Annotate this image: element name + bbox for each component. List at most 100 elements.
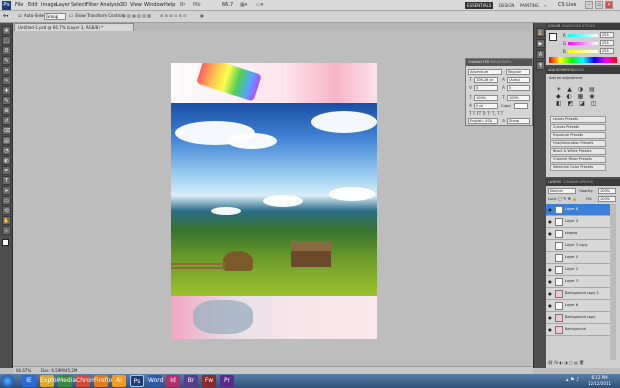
workspace-painting[interactable]: PAINTING: [518, 2, 541, 9]
taskbar-app[interactable]: Word: [148, 375, 163, 387]
tab-paths[interactable]: PATHS: [582, 180, 593, 184]
menu-file[interactable]: File: [15, 2, 23, 8]
move-icon[interactable]: ✥: [2, 26, 11, 35]
antialias-select[interactable]: Sharp: [507, 118, 530, 124]
distribute-icons[interactable]: ⊞ ⊟ ⊠ ⊡ ⊞ ⊟: [160, 13, 186, 18]
lock-icons[interactable]: ▢ ✎ ✥ 🔒: [558, 196, 577, 201]
blur-icon[interactable]: ◔: [2, 146, 11, 155]
layer-row[interactable]: Layer 3 copy: [546, 240, 610, 252]
taskbar-app[interactable]: Explorer: [40, 375, 65, 387]
taskbar-clock[interactable]: 6:12 PM 12/12/2011: [588, 375, 611, 387]
lasso-icon[interactable]: ʘ: [2, 46, 11, 55]
taskbar-app[interactable]: Ai: [112, 375, 126, 387]
visibility-eye-icon[interactable]: ●: [547, 291, 553, 297]
visibility-eye-icon[interactable]: ●: [547, 303, 553, 309]
font-family-select[interactable]: Adventure: [468, 69, 502, 75]
character-icon[interactable]: A: [536, 50, 545, 59]
layer-row[interactable]: ● Background: [546, 324, 610, 336]
layer-row[interactable]: ● Layer 4: [546, 216, 610, 228]
channel-value-b[interactable]: 255: [600, 48, 614, 54]
quick-select-icon[interactable]: ✎: [2, 56, 11, 65]
eyedropper-icon[interactable]: ✑: [2, 76, 11, 85]
history-brush-icon[interactable]: ↺: [2, 116, 11, 125]
healing-icon[interactable]: ✚: [2, 86, 11, 95]
canvas-area[interactable]: CHARACTER PARAGRAPH Adventure Regular T …: [13, 31, 533, 368]
language-select[interactable]: English: USA: [468, 118, 498, 124]
visibility-eye-icon[interactable]: ●: [547, 267, 553, 273]
visibility-eye-icon[interactable]: ●: [547, 327, 553, 333]
foreground-color-icon[interactable]: [2, 239, 9, 246]
menu-3d[interactable]: 3D: [120, 2, 127, 8]
menu-analysis[interactable]: Analysis: [100, 2, 121, 8]
layer-row[interactable]: ● Layer 2: [546, 264, 610, 276]
preset-hue-saturation[interactable]: Hue/Saturation Presets: [550, 140, 606, 147]
visibility-eye-icon[interactable]: ●: [547, 231, 553, 237]
document-tab[interactable]: Untitled-1.psd @ 66.7% (Layer 3, RGB/8) …: [14, 23, 134, 31]
taskbar-app[interactable]: Chrome: [76, 375, 100, 387]
status-zoom[interactable]: 66.67%: [16, 367, 31, 374]
layer-row[interactable]: ● Layer 3: [546, 276, 610, 288]
gradient-icon[interactable]: ▤: [2, 136, 11, 145]
3d-rotate-icon[interactable]: ⟲: [2, 206, 11, 215]
slider-r[interactable]: [568, 34, 598, 37]
tab-color[interactable]: COLOR: [548, 24, 560, 28]
brush-icon[interactable]: ✎: [2, 96, 11, 105]
menu-filter[interactable]: Filter: [86, 2, 98, 8]
preset-curves[interactable]: Curves Presets: [550, 124, 606, 131]
start-button[interactable]: [1, 375, 14, 387]
tab-paragraph[interactable]: PARAGRAPH: [490, 60, 511, 64]
workspace-essentials[interactable]: ESSENTIALS: [465, 2, 494, 9]
layer-row[interactable]: Layer 5: [546, 252, 610, 264]
mini-bridge-icon[interactable]: Mb: [193, 2, 201, 8]
color-spectrum-bar[interactable]: [549, 57, 617, 63]
arrange-documents-icon[interactable]: ▦▾: [240, 2, 247, 8]
visibility-eye-icon[interactable]: [547, 255, 553, 261]
slider-g[interactable]: [568, 42, 598, 45]
bridge-icon[interactable]: Br: [180, 2, 186, 8]
font-style-select[interactable]: Regular: [506, 69, 530, 75]
visibility-eye-icon[interactable]: ●: [547, 219, 553, 225]
tab-character[interactable]: CHARACTER: [468, 60, 489, 64]
align-icons[interactable]: ▤ ▥ ▦ ▧ ▨ ▩: [122, 13, 151, 18]
menu-layer[interactable]: Layer: [56, 2, 70, 8]
visibility-eye-icon[interactable]: ●: [547, 315, 553, 321]
preset-selective-color[interactable]: Selective Color Presets: [550, 164, 606, 171]
close-button[interactable]: ×: [605, 1, 613, 9]
slider-b[interactable]: [568, 50, 598, 53]
taskbar-app[interactable]: Ps: [130, 375, 144, 387]
text-style-buttons[interactable]: T T TT Tr T' T, T T: [469, 111, 503, 116]
hand-icon[interactable]: ✋: [2, 216, 11, 225]
menu-view[interactable]: View: [130, 2, 142, 8]
taskbar-app[interactable]: Fw: [202, 375, 216, 387]
adjustment-icons[interactable]: ☀ ▲ ◑ ▤ ◆ ◐ ▦ ◉ ◧ ◩ ◪ ◫: [556, 86, 608, 107]
layer-row[interactable]: ● Background copy 2: [546, 288, 610, 300]
visibility-eye-icon[interactable]: [547, 243, 553, 249]
baseline-shift-field[interactable]: 0 pt: [474, 103, 498, 109]
tab-layers[interactable]: LAYERS: [548, 180, 561, 184]
zoom-level[interactable]: 66.7: [222, 2, 233, 8]
foreground-swatch[interactable]: [549, 33, 557, 41]
tab-swatches[interactable]: SWATCHES: [562, 24, 581, 28]
shape-icon[interactable]: ▭: [2, 196, 11, 205]
move-tool-icon[interactable]: ✥▾: [3, 13, 8, 18]
menu-select[interactable]: Select: [71, 2, 86, 8]
taskbar-app[interactable]: IE: [22, 375, 36, 387]
layer-row[interactable]: ● Layer 6: [546, 300, 610, 312]
type-icon[interactable]: T: [2, 176, 11, 185]
font-size-field[interactable]: 106.26 pt: [474, 77, 498, 83]
maximize-button[interactable]: ▫: [595, 1, 603, 9]
auto-select-dropdown[interactable]: Group: [44, 13, 66, 20]
preset-exposure[interactable]: Exposure Presets: [550, 132, 606, 139]
taskbar-app[interactable]: Id: [166, 375, 180, 387]
layer-row[interactable]: ● Layer 8: [546, 204, 610, 216]
opacity-field[interactable]: 100%: [598, 188, 616, 194]
dodge-icon[interactable]: ◐: [2, 156, 11, 165]
preset-levels[interactable]: Levels Presets: [550, 116, 606, 123]
system-tray-icons[interactable]: ▴ ⚑ ♪: [566, 377, 579, 383]
taskbar-app[interactable]: Pr: [220, 375, 234, 387]
history-icon[interactable]: ⌛: [536, 28, 545, 37]
tab-masks[interactable]: MASKS: [572, 68, 584, 72]
menu-edit[interactable]: Edit: [28, 2, 38, 8]
kerning-field[interactable]: 0: [474, 85, 498, 91]
menu-image[interactable]: Image: [41, 2, 57, 8]
